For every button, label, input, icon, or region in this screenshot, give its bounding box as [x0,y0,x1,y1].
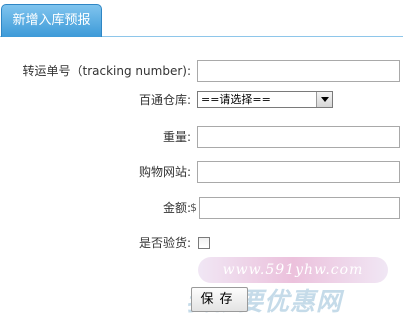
warehouse-row: 百通仓库: ==请选择== [0,89,403,111]
chevron-down-icon[interactable] [316,92,332,107]
currency-symbol: $ [190,201,197,214]
warehouse-selected-value: ==请选择== [201,93,271,106]
inspect-row: 是否验货: [0,232,403,254]
amount-input[interactable] [199,197,400,219]
inspect-checkbox[interactable] [198,237,210,249]
save-button[interactable]: 保存 [191,287,248,312]
shop-site-row: 购物网站: [0,161,403,183]
watermark-url: www.591yhw.com [198,257,388,283]
tracking-row: 转运单号（tracking number): [0,60,403,82]
weight-row: 重量: [0,126,403,148]
warehouse-label: 百通仓库: [138,93,191,107]
tracking-number-input[interactable] [197,60,400,82]
tab-new-inbound-forecast[interactable]: 新增入库预报 [1,4,102,37]
weight-input[interactable] [197,126,400,148]
shop-site-label: 购物网站: [138,165,191,179]
shop-site-input[interactable] [197,161,400,183]
page: 新增入库预报 转运单号（tracking number): 百通仓库: ==请选… [0,0,403,323]
amount-row: 金额: $ [0,197,403,219]
tracking-label: 转运单号（tracking number): [22,64,191,78]
amount-label: 金额: [162,201,191,215]
tab-strip: 新增入库预报 [0,0,403,37]
warehouse-select[interactable]: ==请选择== [197,91,333,108]
inspect-label: 是否验货: [138,236,191,250]
weight-label: 重量: [162,130,191,144]
